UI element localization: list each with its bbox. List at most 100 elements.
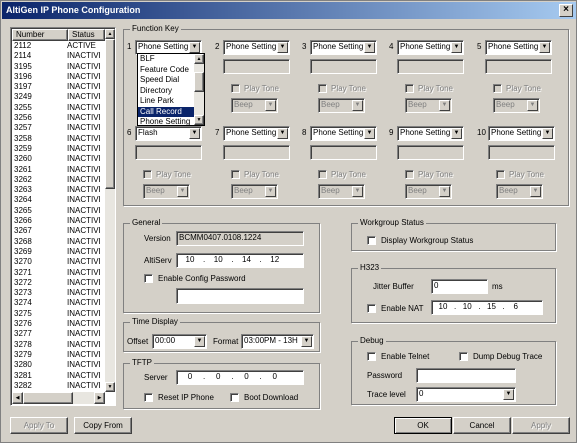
table-row[interactable]: 3282 INACTIVI <box>12 381 104 391</box>
scroll-up-icon[interactable]: ▲ <box>194 54 204 64</box>
hscroll-thumb[interactable] <box>23 392 73 404</box>
table-row[interactable]: 3279 INACTIVI <box>12 350 104 360</box>
function-key-4-select[interactable]: Phone Setting ▼ <box>397 40 464 55</box>
apply-button[interactable]: Apply <box>512 417 570 434</box>
table-row[interactable]: 3265 INACTIVI <box>12 206 104 216</box>
dropdown-scrollbar[interactable]: ▲ ▼ <box>194 54 204 125</box>
table-row[interactable]: 3280 INACTIVI <box>12 360 104 370</box>
list-hscrollbar[interactable]: ◀ ▶ <box>12 392 105 404</box>
tftp-server-ip-field[interactable]: 0.0.0.0 <box>176 370 304 385</box>
table-row[interactable]: 3257 INACTIVI <box>12 123 104 133</box>
extension-list[interactable]: Number Status 2112 ACTIVE 2114 INACTIVI 3195… <box>10 27 116 406</box>
extension-status: INACTIVI <box>67 236 101 246</box>
table-row[interactable]: 2114 INACTIVI <box>12 51 104 61</box>
table-row[interactable]: 3272 INACTIVI <box>12 278 104 288</box>
table-row[interactable]: 3249 INACTIVI <box>12 92 104 102</box>
enable-config-password-checkbox[interactable] <box>144 274 153 283</box>
extension-status: INACTIVI <box>67 226 101 236</box>
offset-select[interactable]: 00:00 ▼ <box>152 334 207 349</box>
config-password-field[interactable] <box>176 288 304 304</box>
table-row[interactable]: 3259 INACTIVI <box>12 144 104 154</box>
scroll-up-icon[interactable]: ▲ <box>105 29 115 39</box>
function-key-9-play-tone-label: Play Tone <box>418 170 453 179</box>
table-row[interactable]: 3271 INACTIVI <box>12 268 104 278</box>
table-row[interactable]: 3197 INACTIVI <box>12 82 104 92</box>
extension-number: 3257 <box>14 123 32 133</box>
nat-ip-field[interactable]: 10. 10. 15. 6 <box>431 300 543 315</box>
table-row[interactable]: 3270 INACTIVI <box>12 257 104 267</box>
dropdown-option[interactable]: Directory <box>138 86 194 97</box>
list-header-status[interactable]: Status <box>68 29 105 41</box>
table-row[interactable]: 3267 INACTIVI <box>12 226 104 236</box>
display-workgroup-checkbox[interactable] <box>367 236 376 245</box>
dropdown-option[interactable]: Speed Dial <box>138 75 194 86</box>
function-key-7-select[interactable]: Phone Setting ▼ <box>223 126 290 141</box>
enable-telnet-checkbox[interactable] <box>367 352 376 361</box>
function-key-6-select[interactable]: Flash ▼ <box>135 126 202 141</box>
ok-button[interactable]: OK <box>394 417 452 434</box>
dropdown-option[interactable]: BLF <box>138 54 194 65</box>
extension-status: INACTIVI <box>67 339 101 349</box>
dump-debug-checkbox[interactable] <box>459 352 468 361</box>
altiserv-ip-field[interactable]: 10. 10. 14. 12 <box>176 253 304 268</box>
table-row[interactable]: 3196 INACTIVI <box>12 72 104 82</box>
boot-download-checkbox[interactable] <box>230 393 239 402</box>
format-select[interactable]: 03:00PM - 13H ▼ <box>241 334 314 349</box>
extension-status: INACTIVI <box>67 288 101 298</box>
table-row[interactable]: 3277 INACTIVI <box>12 329 104 339</box>
scroll-down-icon[interactable]: ▼ <box>194 115 204 125</box>
jitter-buffer-field[interactable]: 0 <box>431 279 488 294</box>
function-key-2-select[interactable]: Phone Setting ▼ <box>223 40 290 55</box>
jitter-unit: ms <box>492 282 503 291</box>
cancel-button[interactable]: Cancel <box>453 417 511 434</box>
scroll-down-icon[interactable]: ▼ <box>105 382 115 392</box>
list-header-number[interactable]: Number <box>12 29 68 41</box>
table-row[interactable]: 3255 INACTIVI <box>12 103 104 113</box>
function-key-8-number: 8 <box>302 128 307 137</box>
extension-status: INACTIVI <box>67 267 101 277</box>
table-row[interactable]: 3195 INACTIVI <box>12 62 104 72</box>
dropdown-option[interactable]: Phone Setting <box>138 117 194 125</box>
table-row[interactable]: 3258 INACTIVI <box>12 134 104 144</box>
table-row[interactable]: 3276 INACTIVI <box>12 319 104 329</box>
table-row[interactable]: 3256 INACTIVI <box>12 113 104 123</box>
table-row[interactable]: 3264 INACTIVI <box>12 195 104 205</box>
scroll-thumb[interactable] <box>194 72 204 92</box>
apply-to-button[interactable]: Apply To <box>10 417 68 434</box>
list-vscrollbar[interactable]: ▲ ▼ <box>105 29 115 392</box>
scroll-thumb[interactable] <box>105 39 115 189</box>
extension-status: INACTIVI <box>67 143 101 153</box>
table-row[interactable]: 3268 INACTIVI <box>12 237 104 247</box>
table-row[interactable]: 2112 ACTIVE <box>12 41 104 52</box>
function-key-1-dropdown-list[interactable]: BLF Feature Code Speed Dial Directory Line P… <box>137 53 205 126</box>
enable-nat-checkbox[interactable] <box>367 304 376 313</box>
close-icon[interactable]: × <box>559 4 573 17</box>
table-row[interactable]: 3273 INACTIVI <box>12 288 104 298</box>
scroll-left-icon[interactable]: ◀ <box>12 392 23 404</box>
table-row[interactable]: 3260 INACTIVI <box>12 154 104 164</box>
function-key-5-select[interactable]: Phone Setting ▼ <box>485 40 552 55</box>
dropdown-option[interactable]: Call Record <box>138 106 194 117</box>
table-row[interactable]: 3275 INACTIVI <box>12 309 104 319</box>
table-row[interactable]: 3266 INACTIVI <box>12 216 104 226</box>
copy-from-button[interactable]: Copy From <box>74 417 132 434</box>
scroll-right-icon[interactable]: ▶ <box>94 392 105 404</box>
function-key-10-select[interactable]: Phone Setting ▼ <box>488 126 555 141</box>
table-row[interactable]: 3274 INACTIVI <box>12 298 104 308</box>
function-key-3-select[interactable]: Phone Setting ▼ <box>310 40 377 55</box>
function-key-8-select[interactable]: Phone Setting ▼ <box>310 126 377 141</box>
function-key-9-select[interactable]: Phone Setting ▼ <box>397 126 464 141</box>
dropdown-option[interactable]: Feature Code <box>138 65 194 76</box>
reset-ip-phone-checkbox[interactable] <box>144 393 153 402</box>
table-row[interactable]: 3281 INACTIVI <box>12 371 104 381</box>
table-row[interactable]: 3262 INACTIVI <box>12 175 104 185</box>
debug-password-field[interactable] <box>416 368 516 383</box>
trace-level-select[interactable]: 0 ▼ <box>416 387 516 402</box>
table-row[interactable]: 3261 INACTIVI <box>12 165 104 175</box>
version-field: BCMM0407.0108.1224 <box>176 231 304 246</box>
table-row[interactable]: 3269 INACTIVI <box>12 247 104 257</box>
extension-number: 2114 <box>14 51 32 61</box>
table-row[interactable]: 3278 INACTIVI <box>12 340 104 350</box>
dropdown-option[interactable]: Line Park <box>138 96 194 107</box>
table-row[interactable]: 3263 INACTIVI <box>12 185 104 195</box>
